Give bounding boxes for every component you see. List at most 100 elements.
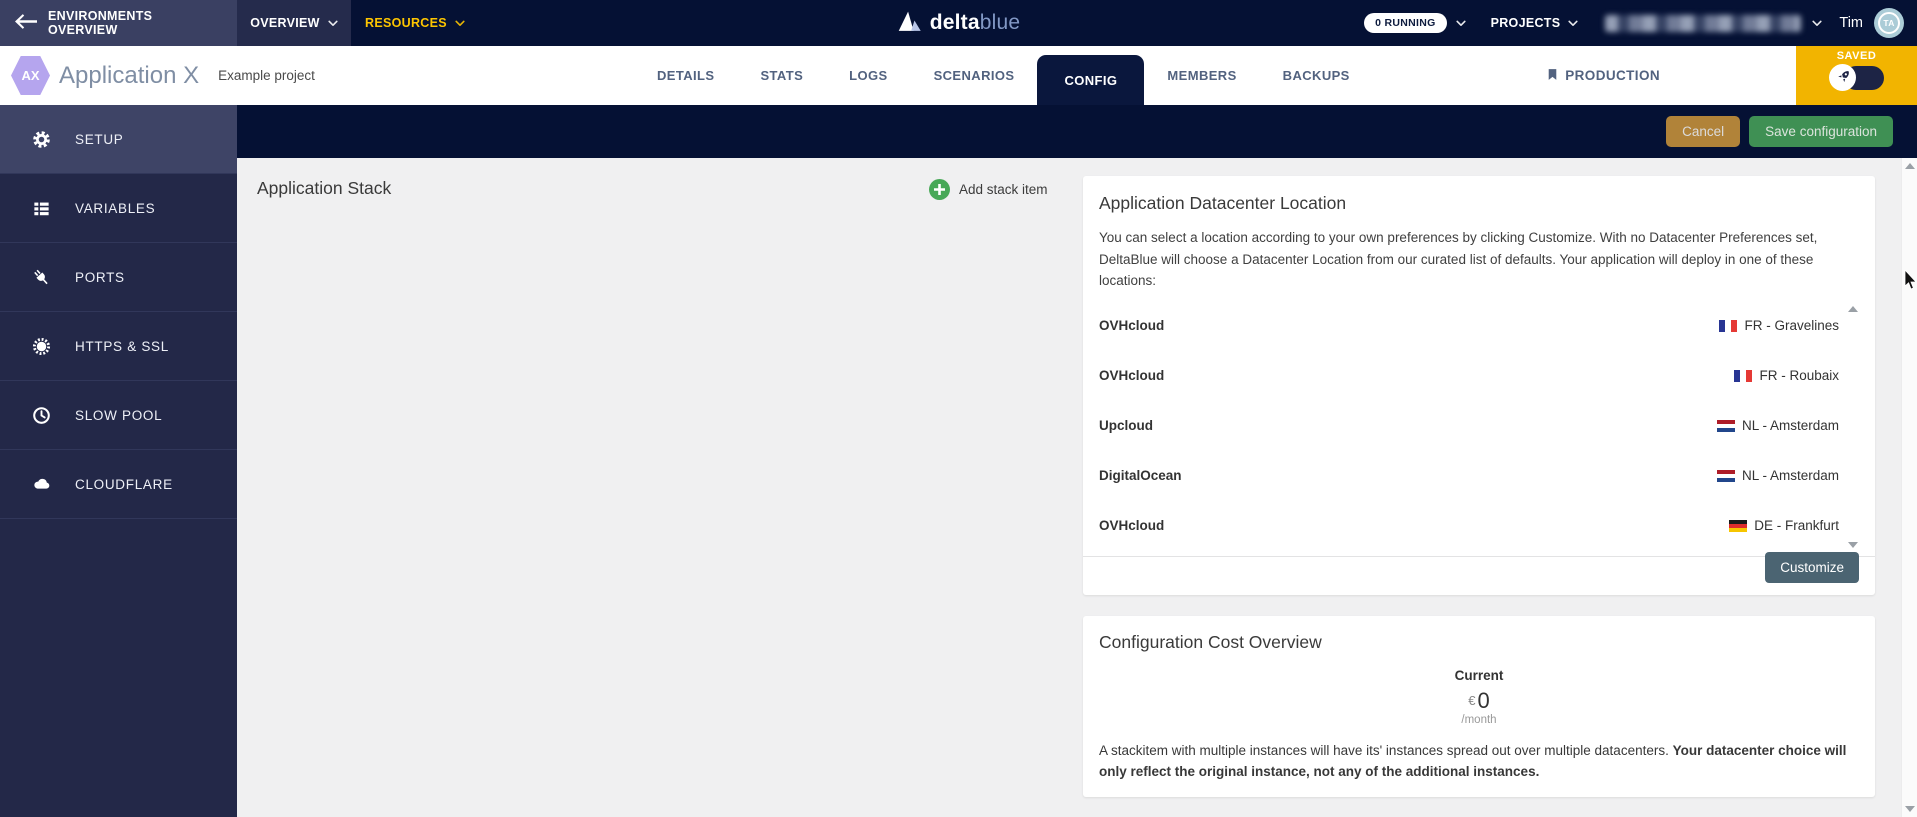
list-divider — [1083, 555, 1875, 557]
saved-status-box: SAVED — [1796, 46, 1917, 105]
flag-fr-icon — [1719, 319, 1738, 332]
datacenter-card-description: You can select a location according to y… — [1099, 230, 1818, 289]
tab-members[interactable]: MEMBERS — [1144, 46, 1259, 105]
vertical-scrollbar[interactable] — [1901, 158, 1917, 817]
config-sidebar: SETUP VARIABLES PORTS HTTPS & SSL SLOW P… — [0, 105, 237, 817]
chevron-down-icon — [1568, 16, 1578, 30]
list-scroll-up-arrow-icon[interactable] — [1848, 305, 1858, 312]
cloud-icon — [31, 474, 52, 494]
location-row[interactable]: DigitalOcean NL - Amsterdam — [1099, 451, 1839, 501]
chevron-down-icon — [328, 16, 338, 30]
tab-details[interactable]: DETAILS — [634, 46, 737, 105]
config-action-toolbar: Cancel Save configuration — [237, 105, 1917, 158]
location-row[interactable]: OVHcloud FR - Roubaix — [1099, 351, 1839, 401]
tab-config[interactable]: CONFIG — [1037, 55, 1145, 105]
resources-label: RESOURCES — [365, 16, 447, 30]
cost-summary: Current €0 /month — [1099, 668, 1859, 726]
location-row[interactable]: OVHcloud DE - Frankfurt — [1099, 501, 1839, 551]
datacenter-location-card: Application Datacenter Location You can … — [1083, 176, 1875, 595]
tab-stats[interactable]: STATS — [737, 46, 826, 105]
running-status-menu[interactable]: 0 RUNNING — [1364, 13, 1466, 33]
bookmark-icon — [1546, 67, 1559, 85]
cancel-button[interactable]: Cancel — [1666, 116, 1741, 147]
cost-period: /month — [1461, 714, 1497, 726]
clock-icon — [31, 406, 52, 425]
provider-name: OVHcloud — [1099, 318, 1165, 334]
organization-name-redacted[interactable] — [1605, 14, 1802, 32]
cost-amount: 0 — [1477, 688, 1490, 713]
sidebar-item-label: VARIABLES — [75, 200, 156, 216]
resources-menu[interactable]: RESOURCES — [365, 16, 465, 30]
cost-note: A stackitem with multiple instances will… — [1099, 741, 1859, 783]
sidebar-item-label: PORTS — [75, 269, 125, 285]
user-initials: TA — [1878, 12, 1900, 34]
location-name: DE - Frankfurt — [1754, 518, 1839, 534]
sidebar-item-label: SLOW POOL — [75, 407, 163, 423]
scrollbar-down-arrow-icon[interactable] — [1905, 806, 1915, 812]
brand-blue: blue — [979, 11, 1021, 34]
toggle-knob — [1829, 64, 1856, 91]
application-stack-title: Application Stack — [257, 178, 392, 198]
location-name: NL - Amsterdam — [1741, 418, 1839, 434]
datacenter-location-list: OVHcloud FR - Gravelines OVHcloud FR - R… — [1099, 301, 1859, 553]
deltablue-app: ENVIRONMENTS OVERVIEW OVERVIEW RESOURCES… — [0, 0, 1917, 817]
sidebar-item-ports[interactable]: PORTS — [0, 243, 237, 312]
deltablue-logo: deltablue — [897, 10, 1021, 37]
projects-menu[interactable]: PROJECTS — [1491, 16, 1579, 30]
app-header-bar: AX Application X Example project DETAILS… — [0, 46, 1796, 105]
certificate-icon — [31, 337, 52, 356]
sidebar-item-slow-pool[interactable]: SLOW POOL — [0, 381, 237, 450]
rocket-icon — [1830, 65, 1855, 90]
flag-fr-icon — [1734, 369, 1753, 382]
flag-nl-icon — [1716, 469, 1735, 482]
location-name: FR - Roubaix — [1759, 368, 1839, 384]
flag-de-icon — [1729, 519, 1748, 532]
app-avatar: AX — [11, 56, 50, 95]
tab-backups[interactable]: BACKUPS — [1260, 46, 1373, 105]
plug-icon — [31, 268, 52, 287]
provider-name: Upcloud — [1099, 418, 1153, 434]
sidebar-item-cloudflare[interactable]: CLOUDFLARE — [0, 450, 237, 519]
deltablue-triangle-icon — [897, 10, 922, 37]
top-nav-right: 0 RUNNING PROJECTS Tim TA — [1364, 8, 1917, 38]
top-nav: ENVIRONMENTS OVERVIEW OVERVIEW RESOURCES… — [0, 0, 1917, 46]
user-avatar[interactable]: TA — [1874, 8, 1904, 38]
tab-scenarios[interactable]: SCENARIOS — [911, 46, 1038, 105]
deploy-toggle[interactable] — [1829, 64, 1884, 91]
location-name: FR - Gravelines — [1744, 318, 1839, 334]
projects-label: PROJECTS — [1490, 16, 1561, 30]
save-configuration-button[interactable]: Save configuration — [1749, 116, 1893, 147]
location-row[interactable]: OVHcloud FR - Gravelines — [1099, 301, 1839, 351]
environment-badge[interactable]: PRODUCTION — [1546, 46, 1660, 105]
provider-name: DigitalOcean — [1099, 468, 1182, 484]
sidebar-item-label: SETUP — [75, 131, 124, 147]
chevron-down-icon — [1812, 14, 1822, 32]
add-stack-item-label: Add stack item — [959, 182, 1048, 197]
chevron-down-icon — [1456, 14, 1466, 32]
flag-nl-icon — [1716, 419, 1735, 432]
location-row[interactable]: Upcloud NL - Amsterdam — [1099, 401, 1839, 451]
list-icon — [31, 199, 52, 218]
overview-label: OVERVIEW — [250, 16, 320, 30]
tab-logs[interactable]: LOGS — [826, 46, 910, 105]
overview-menu[interactable]: OVERVIEW — [237, 0, 351, 46]
scrollbar-up-arrow-icon[interactable] — [1905, 163, 1915, 169]
main-content: Application Stack Add stack item Applica… — [237, 158, 1917, 817]
customize-button[interactable]: Customize — [1765, 552, 1859, 583]
chevron-down-icon — [455, 16, 465, 30]
sidebar-item-https-ssl[interactable]: HTTPS & SSL — [0, 312, 237, 381]
location-name: NL - Amsterdam — [1741, 468, 1839, 484]
list-scroll-down-arrow-icon[interactable] — [1848, 541, 1858, 548]
provider-name: OVHcloud — [1099, 368, 1165, 384]
environments-overview-button[interactable]: ENVIRONMENTS OVERVIEW — [0, 0, 237, 46]
back-arrow-icon — [15, 14, 37, 32]
cost-card-title: Configuration Cost Overview — [1099, 632, 1322, 652]
gear-icon — [31, 130, 52, 149]
sidebar-item-variables[interactable]: VARIABLES — [0, 174, 237, 243]
add-stack-item-button[interactable]: Add stack item — [929, 179, 1048, 200]
cost-note-normal: A stackitem with multiple instances will… — [1099, 743, 1673, 758]
app-tabs: DETAILS STATS LOGS SCENARIOS CONFIG MEMB… — [634, 46, 1373, 105]
production-label: PRODUCTION — [1565, 68, 1660, 83]
app-name: Application X — [59, 61, 200, 89]
sidebar-item-setup[interactable]: SETUP — [0, 105, 237, 174]
